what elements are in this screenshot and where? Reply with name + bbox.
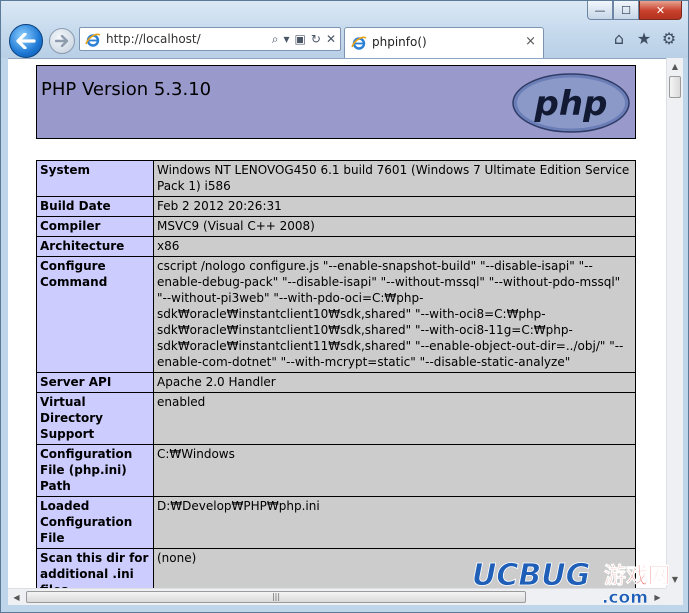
close-window-button[interactable]: ✕: [639, 1, 682, 20]
tab-close-icon[interactable]: ×: [525, 34, 536, 49]
row-value: cscript /nologo configure.js "--enable-s…: [153, 256, 636, 373]
back-arrow-icon: [16, 33, 36, 49]
horizontal-scroll-thumb[interactable]: |||: [26, 591, 526, 603]
php-logo: php: [512, 73, 630, 133]
php-version-header: PHP Version 5.3.10 php: [36, 65, 636, 139]
row-value: Feb 2 2012 20:26:31: [153, 196, 636, 217]
table-row: Build Date Feb 2 2012 20:26:31: [36, 196, 636, 217]
back-button[interactable]: [9, 24, 43, 58]
watermark-brand: UCBUG: [472, 558, 590, 593]
page-viewport: PHP Version 5.3.10 php System Windows NT …: [8, 58, 666, 588]
maximize-button[interactable]: ☐: [613, 1, 639, 20]
ie-tab-icon: [351, 36, 367, 50]
tab-title: phpinfo(): [372, 35, 427, 49]
vertical-scroll-thumb[interactable]: [669, 76, 681, 98]
ucbug-watermark: UCBUG 游戏网 .com: [472, 558, 670, 607]
table-row: Configure Command cscript /nologo configu…: [36, 256, 636, 373]
watermark-chinese: 游戏网: [604, 563, 670, 589]
address-tools: ⌕ ▾ ▣ ↻ ✕: [272, 31, 336, 47]
row-value: x86: [153, 236, 636, 257]
tools-gear-icon[interactable]: ⚙: [660, 29, 678, 48]
table-row: Loaded Configuration File D:₩Develop₩PHP₩…: [36, 496, 636, 549]
refresh-icon[interactable]: ↻: [311, 31, 321, 47]
minimize-button[interactable]: —: [587, 1, 613, 20]
tab-phpinfo[interactable]: phpinfo() ×: [344, 27, 544, 58]
row-value: C:₩Windows: [153, 444, 636, 497]
row-key: Build Date: [36, 196, 154, 217]
window-caption-buttons: — ☐ ✕: [587, 1, 682, 21]
row-key: Virtual Directory Support: [36, 392, 154, 445]
watermark-domain: .com: [602, 588, 648, 607]
row-value: MSVC9 (Visual C++ 2008): [153, 216, 636, 237]
row-key: Server API: [36, 372, 154, 393]
forward-arrow-icon: [55, 35, 69, 47]
vertical-scrollbar[interactable]: ▲ ▼: [666, 58, 683, 588]
php-logo-text: php: [534, 84, 608, 124]
table-row: Compiler MSVC9 (Visual C++ 2008): [36, 216, 636, 237]
scroll-up-arrow-icon[interactable]: ▲: [667, 58, 683, 75]
search-icon[interactable]: ⌕: [272, 31, 279, 47]
row-value: Apache 2.0 Handler: [153, 372, 636, 393]
stop-icon[interactable]: ✕: [326, 31, 336, 47]
scroll-left-arrow-icon[interactable]: ◀: [8, 589, 25, 606]
row-key: Configuration File (php.ini) Path: [36, 444, 154, 497]
row-value: Windows NT LENOVOG450 6.1 build 7601 (Wi…: [153, 160, 636, 197]
row-key: Configure Command: [36, 256, 154, 373]
row-key: Compiler: [36, 216, 154, 237]
forward-button[interactable]: [49, 28, 75, 54]
row-key: Architecture: [36, 236, 154, 257]
address-bar[interactable]: http://localhost/ ⌕ ▾ ▣ ↻ ✕: [79, 27, 341, 51]
row-key: Loaded Configuration File: [36, 496, 154, 549]
home-icon[interactable]: ⌂: [610, 29, 628, 48]
table-row: Server API Apache 2.0 Handler: [36, 372, 636, 393]
table-row: Configuration File (php.ini) Path C:₩Wind…: [36, 444, 636, 497]
favorites-star-icon[interactable]: ★: [635, 29, 653, 48]
row-value: D:₩Develop₩PHP₩php.ini: [153, 496, 636, 549]
dropdown-icon[interactable]: ▾: [284, 31, 290, 47]
php-info-table: System Windows NT LENOVOG450 6.1 build 76…: [36, 160, 636, 588]
row-key: System: [36, 160, 154, 197]
address-url[interactable]: http://localhost/: [106, 32, 201, 46]
browser-toolbar: ⌂ ★ ⚙: [610, 29, 678, 48]
browser-window: — ☐ ✕ http://localhost/ ⌕ ▾ ▣ ↻ ✕ phpinf…: [0, 0, 689, 613]
table-row: Virtual Directory Support enabled: [36, 392, 636, 445]
page-title: PHP Version 5.3.10: [41, 79, 212, 100]
table-row: Architecture x86: [36, 236, 636, 257]
compatibility-view-icon[interactable]: ▣: [295, 31, 306, 47]
row-value: enabled: [153, 392, 636, 445]
row-key: Scan this dir for additional .ini files: [36, 548, 154, 588]
ie-page-icon: [85, 33, 101, 47]
table-row: System Windows NT LENOVOG450 6.1 build 76…: [36, 160, 636, 197]
